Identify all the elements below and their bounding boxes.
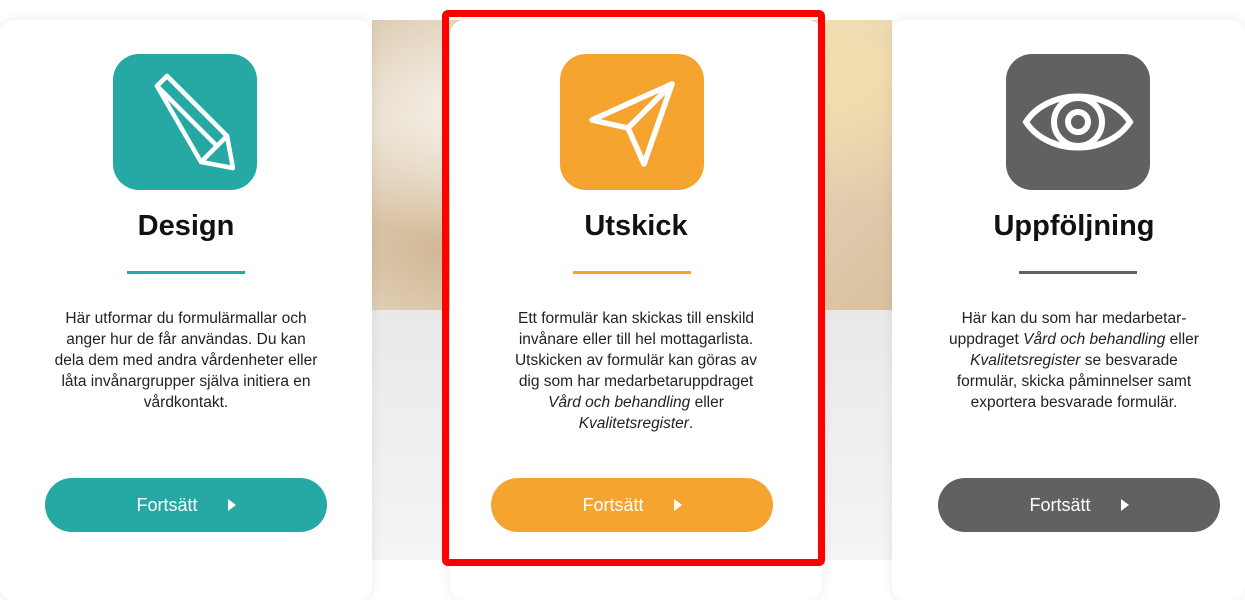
- description-line: vårdkontakt.: [143, 394, 229, 411]
- italic-text: Vård och behandling: [1023, 331, 1166, 348]
- italic-text: Kvalitetsregister: [970, 352, 1081, 369]
- arrow-right-icon: [227, 499, 236, 511]
- eye-icon: [1006, 54, 1150, 190]
- description-line: Här kan du som har medarbetar-: [961, 310, 1187, 327]
- button-label: Fortsätt: [136, 494, 198, 515]
- description-line: exportera besvarade formulär.: [970, 394, 1178, 411]
- card-design: Design Här utformar du formulärmallar oc…: [0, 20, 372, 600]
- title-underline: [127, 271, 245, 274]
- card-description: Här kan du som har medarbetar- uppdraget…: [924, 308, 1224, 413]
- pencil-icon: [113, 54, 257, 190]
- text-fragment: se besvarade: [1080, 352, 1178, 369]
- arrow-right-icon: [1120, 499, 1129, 511]
- description-line: dela dem med andra vårdenheter eller: [54, 352, 318, 369]
- description-line: Här utformar du formulärmallar och: [65, 310, 307, 327]
- text-fragment: eller: [1165, 331, 1199, 348]
- card-title: Design: [137, 210, 235, 242]
- description-line: låta invånargrupper själva initiera en: [61, 373, 311, 390]
- card-uppfoljning: Uppföljning Här kan du som har medarbeta…: [892, 20, 1245, 600]
- description-line: anger hur de får användas. Du kan: [66, 331, 306, 348]
- description-line: formulär, skicka påminnelser samt: [956, 373, 1192, 390]
- button-label: Fortsätt: [1029, 494, 1091, 515]
- card-description: Här utformar du formulärmallar och anger…: [36, 308, 336, 413]
- continue-button-design[interactable]: Fortsätt: [45, 478, 327, 532]
- description-line: uppdraget Vård och behandling eller: [924, 329, 1224, 350]
- highlight-frame: [442, 10, 825, 566]
- description-line: Kvalitetsregister se besvarade: [924, 350, 1224, 371]
- title-underline: [1019, 271, 1137, 274]
- continue-button-uppfoljning[interactable]: Fortsätt: [938, 478, 1220, 532]
- text-fragment: uppdraget: [949, 331, 1024, 348]
- card-title: Uppföljning: [993, 210, 1155, 242]
